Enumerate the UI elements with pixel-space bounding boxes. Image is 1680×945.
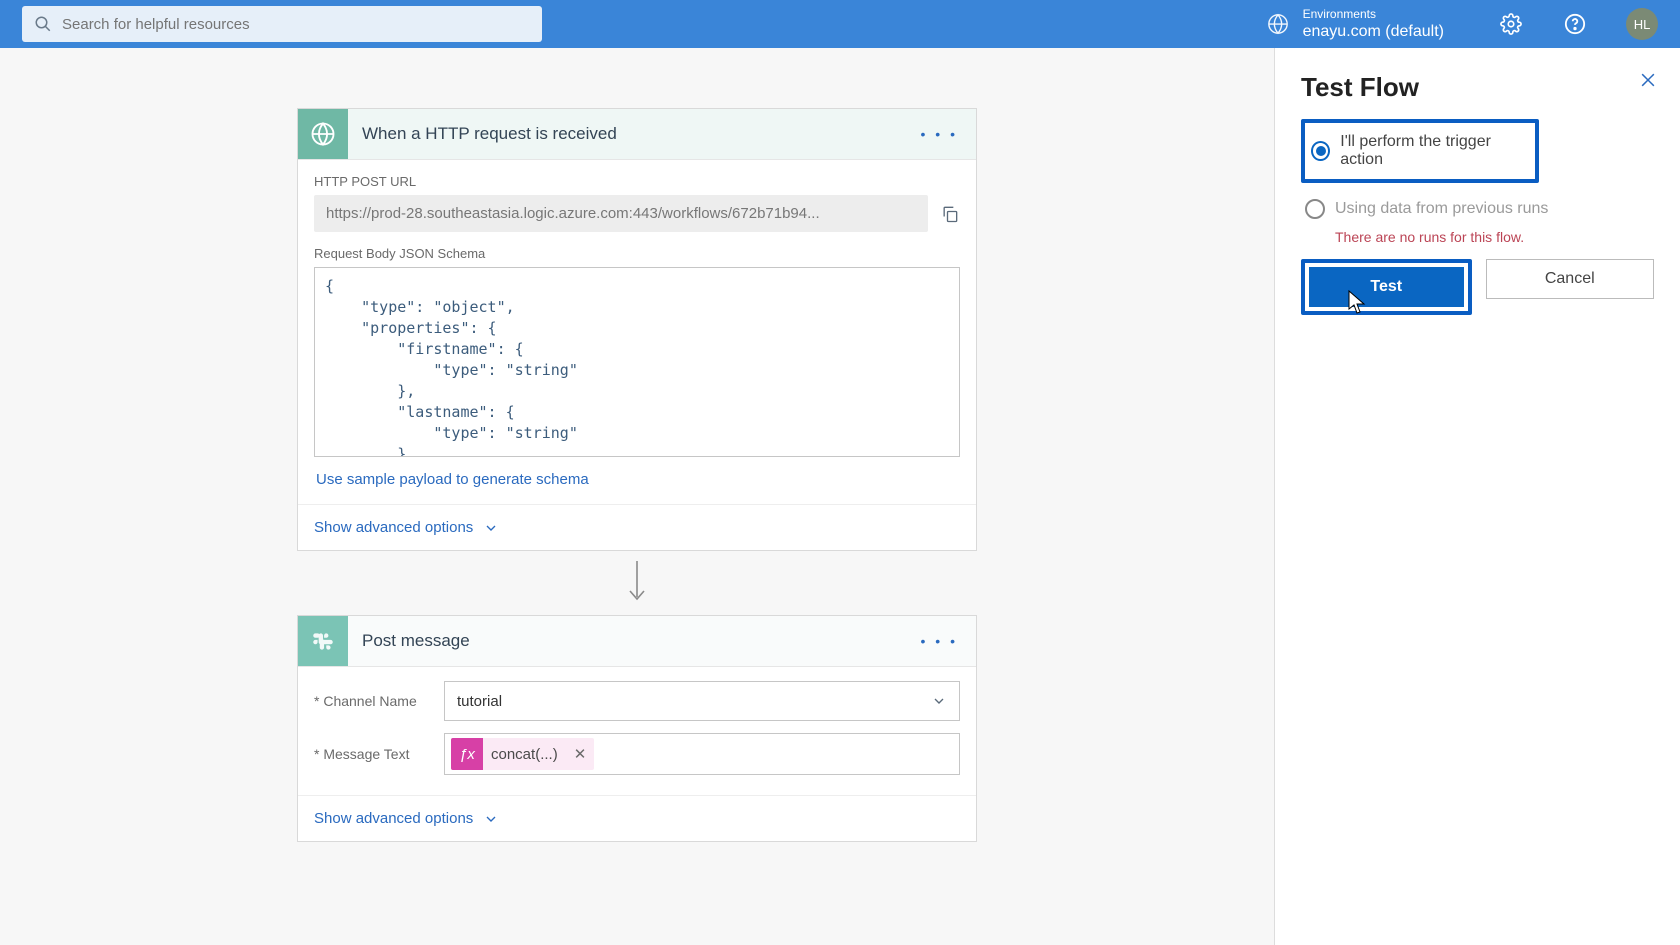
radio-previous-runs: Using data from previous runs [1301, 191, 1654, 227]
message-text-label: * Message Text [314, 746, 444, 762]
settings-icon[interactable] [1500, 13, 1522, 35]
topbar: Environments enayu.com (default) HL [0, 0, 1680, 48]
radio-icon [1311, 141, 1330, 161]
http-title: When a HTTP request is received [348, 124, 903, 144]
http-advanced-toggle[interactable]: Show advanced options [298, 504, 976, 550]
flow-canvas: When a HTTP request is received • • • HT… [0, 48, 1274, 945]
channel-name-label: * Channel Name [314, 693, 444, 709]
chevron-down-icon [483, 520, 499, 536]
chevron-down-icon [483, 811, 499, 827]
post-message-card: Post message • • • * Channel Name tutori… [297, 615, 977, 842]
environment-icon [1267, 13, 1289, 35]
environment-value: enayu.com (default) [1303, 22, 1444, 41]
panel-title: Test Flow [1301, 72, 1654, 103]
radio-manual-trigger[interactable]: I'll perform the trigger action [1307, 125, 1533, 177]
radio-icon [1305, 199, 1325, 219]
http-icon [298, 109, 348, 159]
channel-name-dropdown[interactable]: tutorial [444, 681, 960, 721]
post-title: Post message [348, 631, 903, 651]
http-trigger-card: When a HTTP request is received • • • HT… [297, 108, 977, 551]
connector-arrow [297, 551, 977, 615]
sample-payload-link[interactable]: Use sample payload to generate schema [314, 457, 960, 496]
message-text-input[interactable]: ƒx concat(...) ✕ [444, 733, 960, 775]
help-icon[interactable] [1564, 13, 1586, 35]
environment-label: Environments [1303, 7, 1444, 21]
http-menu-button[interactable]: • • • [903, 126, 976, 142]
post-menu-button[interactable]: • • • [903, 633, 976, 649]
search-icon [34, 15, 52, 33]
environment-selector[interactable]: Environments enayu.com (default) [1303, 7, 1444, 41]
token-remove-button[interactable]: ✕ [566, 745, 595, 763]
no-runs-hint: There are no runs for this flow. [1301, 229, 1654, 245]
expression-token: ƒx concat(...) ✕ [451, 738, 594, 770]
avatar[interactable]: HL [1626, 8, 1658, 40]
url-value: https://prod-28.southeastasia.logic.azur… [314, 195, 928, 232]
slack-icon [298, 616, 348, 666]
test-flow-panel: Test Flow I'll perform the trigger actio… [1274, 48, 1680, 945]
close-panel-button[interactable] [1638, 70, 1658, 90]
chevron-down-icon [931, 693, 947, 709]
copy-url-button[interactable] [940, 204, 960, 224]
url-label: HTTP POST URL [314, 174, 960, 189]
post-advanced-toggle[interactable]: Show advanced options [298, 795, 976, 841]
search-box[interactable] [22, 6, 542, 42]
fx-icon: ƒx [451, 738, 483, 770]
schema-label: Request Body JSON Schema [314, 246, 960, 261]
test-button[interactable]: Test [1309, 267, 1464, 307]
search-input[interactable] [60, 15, 530, 34]
json-schema-editor[interactable]: { "type": "object", "properties": { "fir… [314, 267, 960, 457]
cancel-button[interactable]: Cancel [1486, 259, 1655, 299]
